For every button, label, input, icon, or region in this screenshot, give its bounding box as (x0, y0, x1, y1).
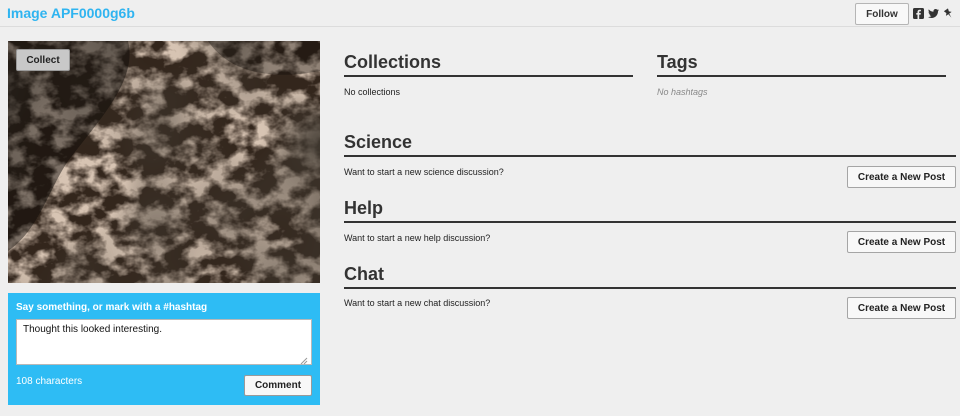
tags-empty-text: No hashtags (657, 87, 708, 97)
pin-icon[interactable] (943, 8, 954, 19)
chat-heading: Chat (344, 264, 384, 284)
comment-button[interactable]: Comment (244, 375, 312, 396)
science-new-post-button[interactable]: Create a New Post (847, 166, 956, 188)
page-title: Image APF0000g6b (7, 5, 135, 21)
character-count: 108 characters (16, 376, 83, 387)
collections-empty-text: No collections (344, 87, 401, 97)
chat-prompt: Want to start a new chat discussion? (344, 298, 491, 308)
tags-divider (657, 75, 946, 77)
help-heading: Help (344, 198, 384, 218)
collections-divider (344, 75, 633, 77)
help-divider (344, 221, 956, 223)
chat-divider (344, 287, 956, 289)
share-icons (913, 8, 954, 19)
comment-prompt: Say something, or mark with a #hashtag (16, 302, 208, 313)
help-prompt: Want to start a new help discussion? (344, 233, 491, 243)
science-prompt: Want to start a new science discussion? (344, 167, 504, 177)
science-heading: Science (344, 132, 413, 152)
help-new-post-button[interactable]: Create a New Post (847, 231, 956, 253)
collect-button[interactable]: Collect (16, 49, 70, 71)
terrain-image (8, 41, 320, 283)
subject-image: Collect (8, 41, 320, 283)
tags-heading: Tags (657, 52, 698, 72)
follow-button[interactable]: Follow (855, 3, 909, 25)
science-divider (344, 155, 956, 157)
chat-new-post-button[interactable]: Create a New Post (847, 297, 956, 319)
facebook-icon[interactable] (913, 8, 924, 19)
twitter-icon[interactable] (928, 8, 939, 19)
comment-panel: Say something, or mark with a #hashtag T… (8, 293, 320, 405)
resize-grip-icon[interactable] (298, 352, 308, 365)
collections-heading: Collections (344, 52, 442, 72)
comment-input[interactable]: Thought this looked interesting. (16, 319, 312, 365)
top-bar: Image APF0000g6b Follow (0, 0, 960, 27)
